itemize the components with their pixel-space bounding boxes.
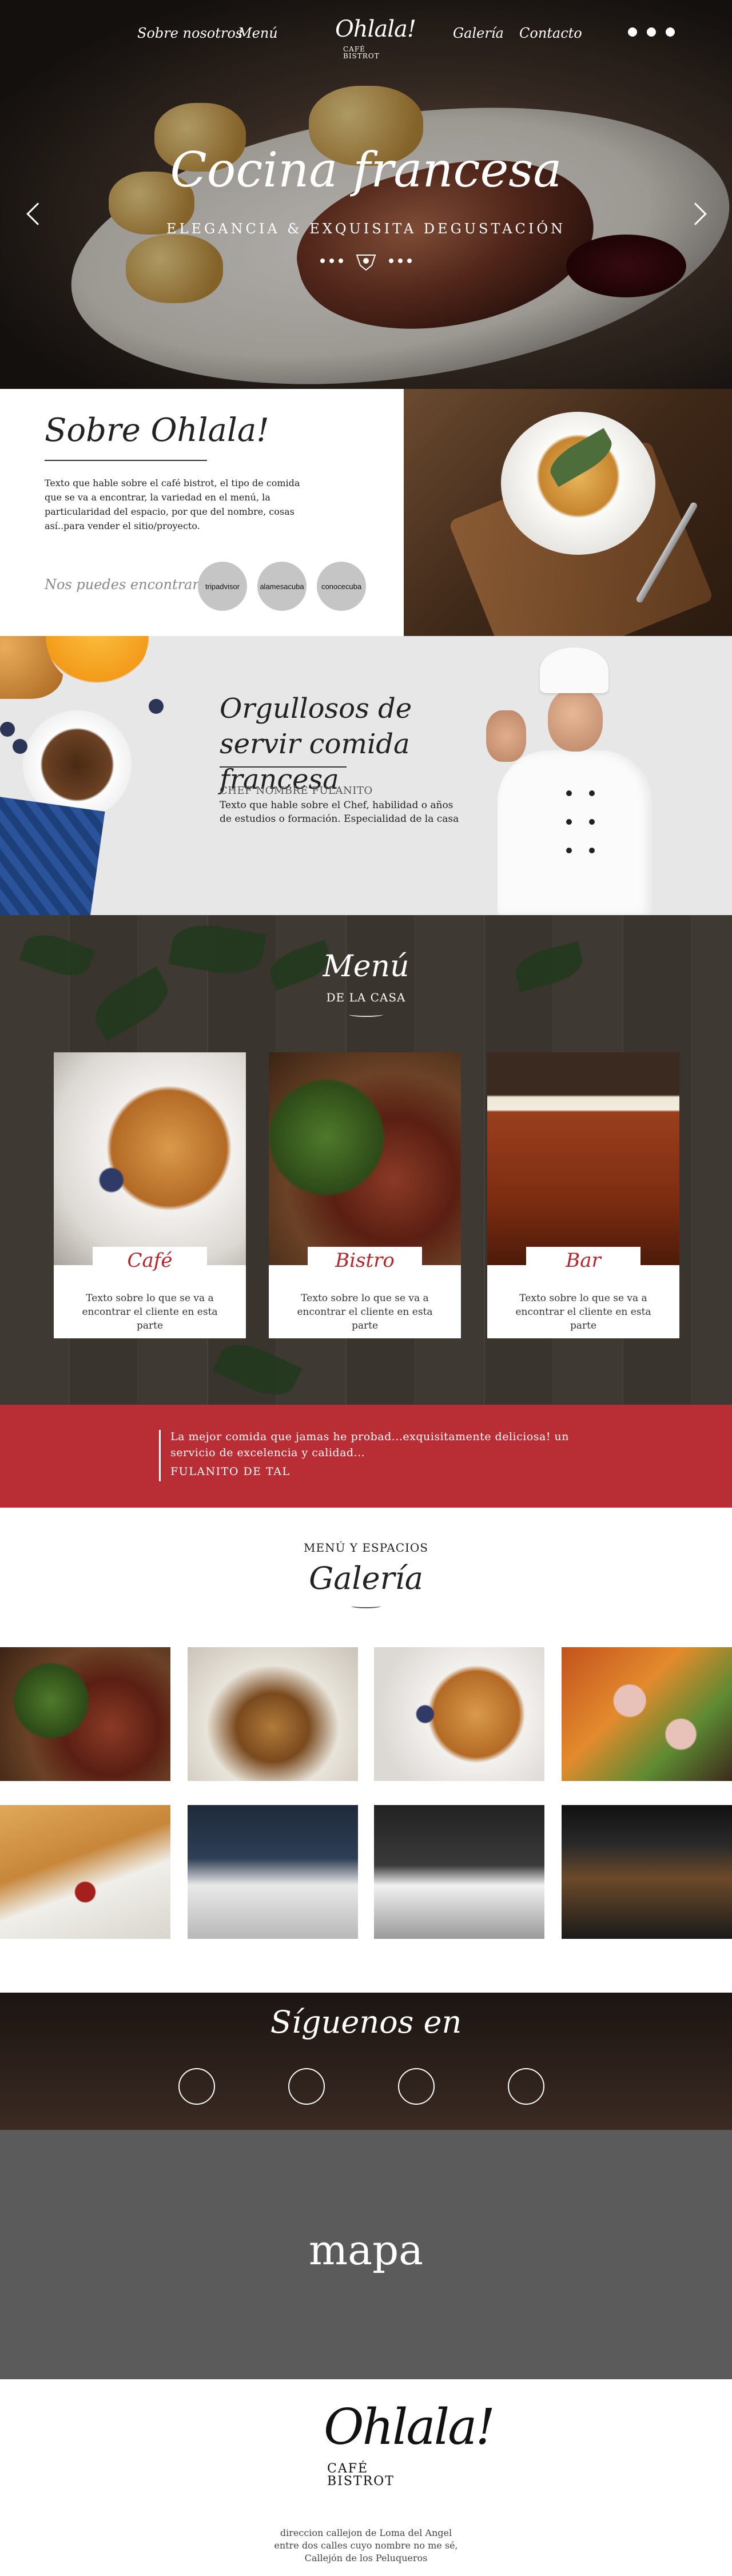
more-menu-icon[interactable] xyxy=(628,27,675,37)
bistro-photo xyxy=(269,1052,461,1265)
nav-item-galeria[interactable]: Galería xyxy=(453,25,504,41)
find-us-label: Nos puedes encontrar en xyxy=(45,577,221,593)
chef-section: Orgullosos de servir comida francesa CHE… xyxy=(0,636,732,915)
logo-text: Ohlala! xyxy=(324,2399,495,2456)
nav-item-contacto[interactable]: Contacto xyxy=(519,25,582,41)
testimonial-text: La mejor comida que jamas he probad...ex… xyxy=(170,1430,569,1459)
testimonial-author: FULANITO DE TAL xyxy=(170,1465,291,1478)
hero-title: Cocina francesa xyxy=(170,142,562,198)
about-soup-photo xyxy=(404,389,732,636)
social-title: Síguenos en xyxy=(270,2004,462,2040)
chef-name-label: CHEF NOMBRE FULANITO xyxy=(220,785,373,797)
ornament-icon xyxy=(349,1012,383,1017)
card-label: Café xyxy=(93,1247,207,1274)
menu-title: Menú xyxy=(323,949,409,984)
gallery-thumb-steak[interactable] xyxy=(0,1647,170,1781)
cafe-photo xyxy=(54,1052,246,1265)
gallery-thumb-bar[interactable] xyxy=(562,1805,732,1939)
gallery-subtitle: MENÚ Y ESPACIOS xyxy=(303,1541,429,1555)
footer-logo[interactable]: Ohlala! CAFÉ BISTROT xyxy=(324,2399,495,2502)
gallery-thumb-sandwich[interactable] xyxy=(188,1647,358,1781)
gallery-thumb-samosa[interactable] xyxy=(0,1805,170,1939)
breakfast-photo xyxy=(0,636,194,915)
logo-subtext: CAFÉ BISTROT xyxy=(327,2462,395,2488)
about-title: Sobre Ohlala! xyxy=(45,412,269,449)
nav-item-sobre-nosotros[interactable]: Sobre nosotros xyxy=(137,25,242,41)
social-icon-4[interactable] xyxy=(508,2068,544,2105)
footer-address: direccion callejon de Loma del Angel ent… xyxy=(274,2527,458,2563)
card-text: Texto sobre lo que se va a encontrar el … xyxy=(82,1293,218,1331)
chef-photo xyxy=(480,647,675,915)
divider xyxy=(45,460,207,461)
hero-section: Sobre nosotros Menú Galería Contacto Ohl… xyxy=(0,0,732,389)
social-icon-1[interactable] xyxy=(178,2068,215,2105)
menu-card-cafe[interactable]: Café Texto sobre lo que se va a encontra… xyxy=(54,1052,246,1338)
site-logo[interactable]: Ohlala! CAFÉ BISTROT xyxy=(335,16,416,62)
badge-conocecuba[interactable]: conocecuba xyxy=(317,562,366,611)
map-section[interactable]: mapa xyxy=(0,2130,732,2379)
bar-photo xyxy=(487,1052,679,1265)
card-text: Texto sobre lo que se va a encontrar el … xyxy=(297,1293,433,1331)
footer-section: Ohlala! CAFÉ BISTROT direccion callejon d… xyxy=(0,2379,732,2576)
gallery-thumb-salad[interactable] xyxy=(562,1647,732,1781)
map-placeholder-label: mapa xyxy=(308,2226,424,2274)
hero-ornament-icon xyxy=(320,255,412,271)
social-icon-3[interactable] xyxy=(398,2068,435,2105)
card-label: Bar xyxy=(526,1247,640,1274)
logo-subtext: CAFÉ BISTROT xyxy=(343,45,380,60)
chef-title: Orgullosos de servir comida francesa xyxy=(220,693,412,796)
quote-bar xyxy=(159,1430,161,1481)
chef-text: Texto que hable sobre el Chef, habilidad… xyxy=(220,800,459,825)
social-section: Síguenos en xyxy=(0,1993,732,2130)
gallery-thumb-dining-room[interactable] xyxy=(188,1805,358,1939)
badge-tripadvisor[interactable]: tripadvisor xyxy=(198,562,247,611)
card-label: Bistro xyxy=(308,1247,422,1274)
menu-card-bar[interactable]: Bar Texto sobre lo que se va a encontrar… xyxy=(487,1052,679,1338)
badge-alamesacuba[interactable]: alamesacuba xyxy=(257,562,307,611)
menu-section: Menú DE LA CASA Café Texto sobre lo que … xyxy=(0,915,732,1405)
nav-item-menu[interactable]: Menú xyxy=(238,25,278,41)
menu-subtitle: DE LA CASA xyxy=(326,991,406,1004)
menu-card-bistro[interactable]: Bistro Texto sobre lo que se va a encont… xyxy=(269,1052,461,1338)
ornament-icon xyxy=(351,1604,381,1608)
social-icon-2[interactable] xyxy=(288,2068,325,2105)
testimonial-section: La mejor comida que jamas he probad...ex… xyxy=(0,1405,732,1508)
gallery-section: MENÚ Y ESPACIOS Galería xyxy=(0,1508,732,1993)
hero-subtitle: ELEGANCIA & EXQUISITA DEGUSTACIÓN xyxy=(166,221,566,237)
divider xyxy=(220,766,347,768)
gallery-title: Galería xyxy=(309,1560,423,1596)
about-text: Texto que hable sobre el café bistrot, e… xyxy=(45,478,300,531)
gallery-thumb-toast[interactable] xyxy=(374,1647,544,1781)
gallery-thumb-restaurant[interactable] xyxy=(374,1805,544,1939)
about-section: Sobre Ohlala! Texto que hable sobre el c… xyxy=(0,389,732,636)
card-text: Texto sobre lo que se va a encontrar el … xyxy=(515,1293,651,1331)
logo-text: Ohlala! xyxy=(335,16,416,42)
